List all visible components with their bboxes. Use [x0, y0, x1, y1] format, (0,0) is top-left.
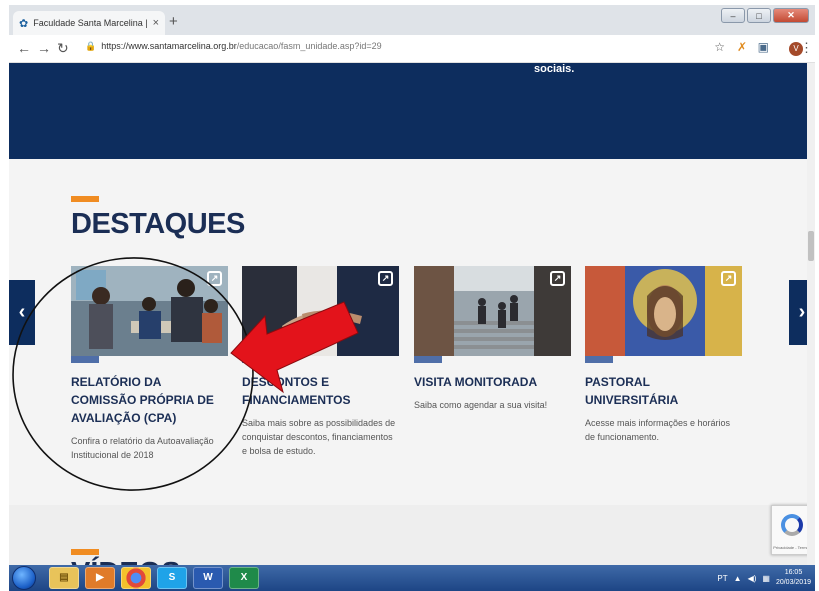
card-description: Saiba como agendar a sua visita! [414, 400, 548, 410]
clock[interactable]: 16:05 20/03/2019 [776, 568, 811, 588]
heading-accent [71, 549, 99, 555]
network-icon[interactable]: ▦ [762, 574, 770, 583]
external-link-icon[interactable]: ↗ [721, 271, 736, 286]
language-indicator[interactable]: PT [717, 574, 727, 583]
card-title[interactable]: RELATÓRIO DA COMISSÃO PRÓPRIA DE AVALIAÇ… [71, 373, 228, 427]
external-link-icon[interactable]: ↗ [207, 271, 222, 286]
card-accent [71, 356, 99, 363]
tab-bar: ✿ Faculdade Santa Marcelina | São × + – … [9, 5, 815, 35]
students-studying-photo[interactable]: ↗ [71, 266, 228, 356]
windows-taskbar: ▤ ▶ S W X PT ▲ ◀) ▦ 16:05 20/03/2019 [9, 565, 815, 591]
hero-text: sociais. [534, 63, 575, 75]
card-description: Confira o relatório da Autoavaliação Ins… [71, 436, 214, 460]
close-tab-icon[interactable]: × [153, 17, 159, 29]
page-scrollbar[interactable] [807, 63, 815, 565]
system-tray: PT ▲ ◀) ▦ 16:05 20/03/2019 [717, 565, 811, 591]
window-controls: – □ ✕ [721, 8, 809, 23]
external-link-icon[interactable]: ↗ [378, 271, 393, 286]
tab-title: Faculdade Santa Marcelina | São [33, 18, 148, 28]
card-pastoral[interactable]: ↗ PASTORAL UNIVERSITÁRIA Acesse mais inf… [585, 266, 742, 444]
back-icon[interactable]: ← [17, 40, 31, 56]
page-viewport: sociais. DESTAQUES ‹ › ↗ RELATÓRIO DA CO… [9, 63, 815, 565]
tray-arrow-icon[interactable]: ▲ [734, 574, 742, 583]
scrollbar-thumb[interactable] [808, 231, 814, 261]
card-description: Saiba mais sobre as possibilidades de co… [242, 418, 396, 456]
maximize-icon[interactable]: □ [747, 8, 771, 23]
minimize-icon[interactable]: – [721, 8, 745, 23]
skype-icon[interactable]: S [157, 567, 187, 589]
media-icon[interactable]: ▶ [85, 567, 115, 589]
hero-banner: sociais. [9, 63, 815, 159]
menu-icon[interactable]: ⋮ [800, 40, 813, 56]
browser-toolbar: ← → ↻ 🔒 https://www.santamarcelina.org.br… [9, 35, 815, 63]
card-title[interactable]: PASTORAL UNIVERSITÁRIA [585, 373, 742, 409]
explorer-icon[interactable]: ▤ [49, 567, 79, 589]
bookmark-star-icon[interactable]: ☆ [714, 40, 725, 54]
chrome-icon[interactable] [121, 567, 151, 589]
section-heading: DESTAQUES [71, 208, 245, 240]
card-visit[interactable]: ↗ VISITA MONITORADA Saiba como agendar a… [414, 266, 571, 412]
card-accent [242, 356, 270, 363]
new-tab-button[interactable]: + [169, 13, 178, 30]
lock-icon: 🔒 [85, 41, 97, 51]
browser-tab[interactable]: ✿ Faculdade Santa Marcelina | São × [13, 11, 165, 35]
card-discounts[interactable]: ↗ DESCONTOS E FINANCIAMENTOS Saiba mais … [242, 266, 399, 458]
word-icon[interactable]: W [193, 567, 223, 589]
address-bar[interactable]: 🔒 https://www.santamarcelina.org.br/educa… [85, 41, 382, 52]
card-accent [585, 356, 613, 363]
extension-icon[interactable]: ✗ [737, 40, 747, 54]
card-description: Acesse mais informações e horários de fu… [585, 418, 731, 442]
forward-icon[interactable]: → [37, 40, 51, 56]
clock-time: 16:05 [784, 569, 803, 576]
card-title[interactable]: VISITA MONITORADA [414, 373, 571, 391]
mosaic-jesus-photo[interactable]: ↗ [585, 266, 742, 356]
card-accent [414, 356, 442, 363]
favicon-icon: ✿ [19, 17, 29, 30]
recaptcha-icon [781, 514, 803, 536]
card-title[interactable]: DESCONTOS E FINANCIAMENTOS [242, 373, 399, 409]
volume-icon[interactable]: ◀) [748, 574, 757, 583]
campus-stairs-photo[interactable]: ↗ [414, 266, 571, 356]
extension-icon[interactable]: ▣ [758, 40, 769, 54]
videos-section [9, 505, 815, 565]
videos-heading: VÍDEOS [71, 557, 181, 565]
heading-accent [71, 196, 99, 202]
url-host: https://www.santamarcelina.org.br [101, 41, 237, 51]
clock-date: 20/03/2019 [775, 579, 811, 586]
excel-icon[interactable]: X [229, 567, 259, 589]
carousel-prev-button[interactable]: ‹ [9, 280, 35, 345]
reload-icon[interactable]: ↻ [57, 40, 69, 57]
start-button[interactable] [12, 566, 36, 590]
browser-window: ✿ Faculdade Santa Marcelina | São × + – … [9, 5, 815, 565]
recaptcha-text: Privacidade - Termos [773, 545, 811, 550]
url-path: /educacao/fasm_unidade.asp?id=29 [236, 41, 382, 51]
card-cpa[interactable]: ↗ RELATÓRIO DA COMISSÃO PRÓPRIA DE AVALI… [71, 266, 228, 462]
recaptcha-badge[interactable]: Privacidade - Termos [771, 505, 811, 555]
external-link-icon[interactable]: ↗ [550, 271, 565, 286]
close-window-icon[interactable]: ✕ [773, 8, 809, 23]
handshake-photo[interactable]: ↗ [242, 266, 399, 356]
